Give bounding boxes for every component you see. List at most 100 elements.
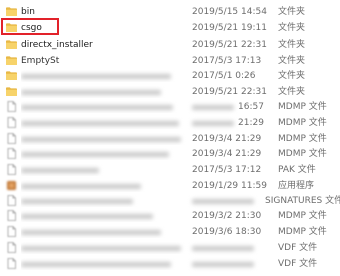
file-icon <box>6 226 17 237</box>
file-date: 2019/5/21 19:11 <box>192 23 267 33</box>
file-name <box>21 258 191 270</box>
redacted-name <box>21 184 141 189</box>
file-row[interactable]: VDF 文件 <box>0 240 340 256</box>
file-name-text: EmptySt <box>21 56 60 66</box>
redacted-name <box>21 137 181 142</box>
file-date: 2019/5/15 14:54 <box>192 7 267 17</box>
redacted-name <box>21 262 171 267</box>
file-date: 2017/5/3 17:13 <box>192 56 262 66</box>
file-type: 文件夹 <box>278 7 306 17</box>
file-row[interactable]: SIGNATURES 文件 <box>0 193 340 209</box>
file-row[interactable]: 2017/5/1 0:26 文件夹 <box>0 68 340 84</box>
file-name: bin <box>21 7 35 17</box>
file-type: 文件夹 <box>278 71 306 81</box>
file-icon <box>6 101 17 112</box>
file-name: directx_installer <box>21 40 93 50</box>
file-row[interactable]: 2019/5/21 22:31 文件夹 <box>0 84 340 100</box>
file-name: EmptySt <box>21 55 104 67</box>
file-name <box>21 226 191 238</box>
file-list: bin 2019/5/15 14:54 文件夹 csgo 2019/5/21 19:11… <box>0 0 340 276</box>
file-icon <box>6 117 17 128</box>
file-type: 文件夹 <box>278 56 306 66</box>
file-date: 2019/3/6 18:30 <box>192 227 262 237</box>
file-row[interactable]: EmptySt 2017/5/3 17:13 文件夹 <box>0 53 340 69</box>
folder-icon <box>6 87 17 96</box>
file-type: PAK 文件 <box>278 165 316 175</box>
redacted-name <box>21 246 181 251</box>
redacted-name <box>21 74 171 79</box>
redacted-date <box>192 105 234 110</box>
file-type: VDF 文件 <box>278 259 318 269</box>
file-date: 2019/3/4 21:29 <box>192 134 262 144</box>
redacted-text <box>59 56 104 66</box>
file-date: 2017/5/3 17:12 <box>192 165 262 175</box>
file-row[interactable]: VDF 文件 <box>0 256 340 272</box>
file-row[interactable]: 16:57 MDMP 文件 <box>0 99 340 115</box>
file-date: 2019/1/29 11:59 <box>192 181 267 191</box>
file-date: 2019/5/21 22:31 <box>192 87 267 97</box>
folder-icon <box>6 71 17 80</box>
file-name <box>21 101 191 113</box>
file-type: MDMP 文件 <box>278 118 327 128</box>
redacted-name <box>21 90 161 95</box>
file-type: MDMP 文件 <box>278 211 327 221</box>
file-type: VDF 文件 <box>278 243 318 253</box>
file-date: 2019/3/2 21:30 <box>192 211 262 221</box>
file-icon <box>6 164 17 175</box>
folder-icon <box>6 56 17 65</box>
file-icon <box>6 242 17 253</box>
file-row[interactable]: 2019/3/4 21:29 MDMP 文件 <box>0 146 340 162</box>
file-name <box>21 133 191 145</box>
file-name <box>21 242 191 254</box>
file-name <box>21 210 191 222</box>
file-icon <box>6 148 17 159</box>
file-date: 2017/5/1 0:26 <box>192 71 256 81</box>
file-row[interactable]: bin 2019/5/15 14:54 文件夹 <box>0 4 340 20</box>
file-icon <box>6 133 17 144</box>
file-type: MDMP 文件 <box>278 149 327 159</box>
file-row[interactable]: 2019/3/4 21:29 MDMP 文件 <box>0 131 340 147</box>
file-row[interactable]: 21:29 MDMP 文件 <box>0 115 340 131</box>
file-icon <box>6 258 17 269</box>
file-type: 文件夹 <box>278 23 306 33</box>
redacted-date <box>192 246 254 251</box>
file-name <box>21 148 191 160</box>
file-name <box>21 164 191 176</box>
file-name <box>21 70 191 82</box>
redacted-name <box>21 199 133 204</box>
file-date: 2019/5/21 22:31 <box>192 40 267 50</box>
redacted-name <box>21 168 99 173</box>
folder-icon <box>6 23 17 32</box>
redacted-name <box>21 152 169 157</box>
file-type: MDMP 文件 <box>278 102 327 112</box>
redacted-name <box>21 230 161 235</box>
redacted-name <box>21 121 179 126</box>
file-row[interactable]: csgo 2019/5/21 19:11 文件夹 <box>0 20 340 36</box>
file-date: 16:57 <box>192 101 264 113</box>
file-date: 21:29 <box>192 117 264 129</box>
file-row[interactable]: directx_installer 2019/5/21 22:31 文件夹 <box>0 37 340 53</box>
file-date: 2019/3/4 21:29 <box>192 149 262 159</box>
file-row[interactable]: 2019/3/6 18:30 MDMP 文件 <box>0 224 340 240</box>
file-name: csgo <box>21 23 42 33</box>
file-type: 文件夹 <box>278 87 306 97</box>
redacted-name <box>21 214 153 219</box>
file-icon <box>6 195 17 206</box>
folder-icon <box>6 40 17 49</box>
folder-icon <box>6 7 17 16</box>
redacted-date <box>192 199 254 204</box>
file-type: SIGNATURES 文件 <box>265 196 340 206</box>
file-type: MDMP 文件 <box>278 134 327 144</box>
file-row[interactable]: 2019/3/2 21:30 MDMP 文件 <box>0 208 340 224</box>
file-row[interactable]: 2019/1/29 11:59 应用程序 <box>0 178 340 194</box>
redacted-date <box>192 121 234 126</box>
file-icon <box>6 210 17 221</box>
file-name <box>21 180 191 192</box>
file-type: 文件夹 <box>278 40 306 50</box>
file-name <box>21 195 191 207</box>
file-row[interactable]: 2017/5/3 17:12 PAK 文件 <box>0 162 340 178</box>
redacted-date <box>192 262 254 267</box>
file-name <box>21 86 191 98</box>
file-type: 应用程序 <box>278 181 315 191</box>
file-name <box>21 117 191 129</box>
